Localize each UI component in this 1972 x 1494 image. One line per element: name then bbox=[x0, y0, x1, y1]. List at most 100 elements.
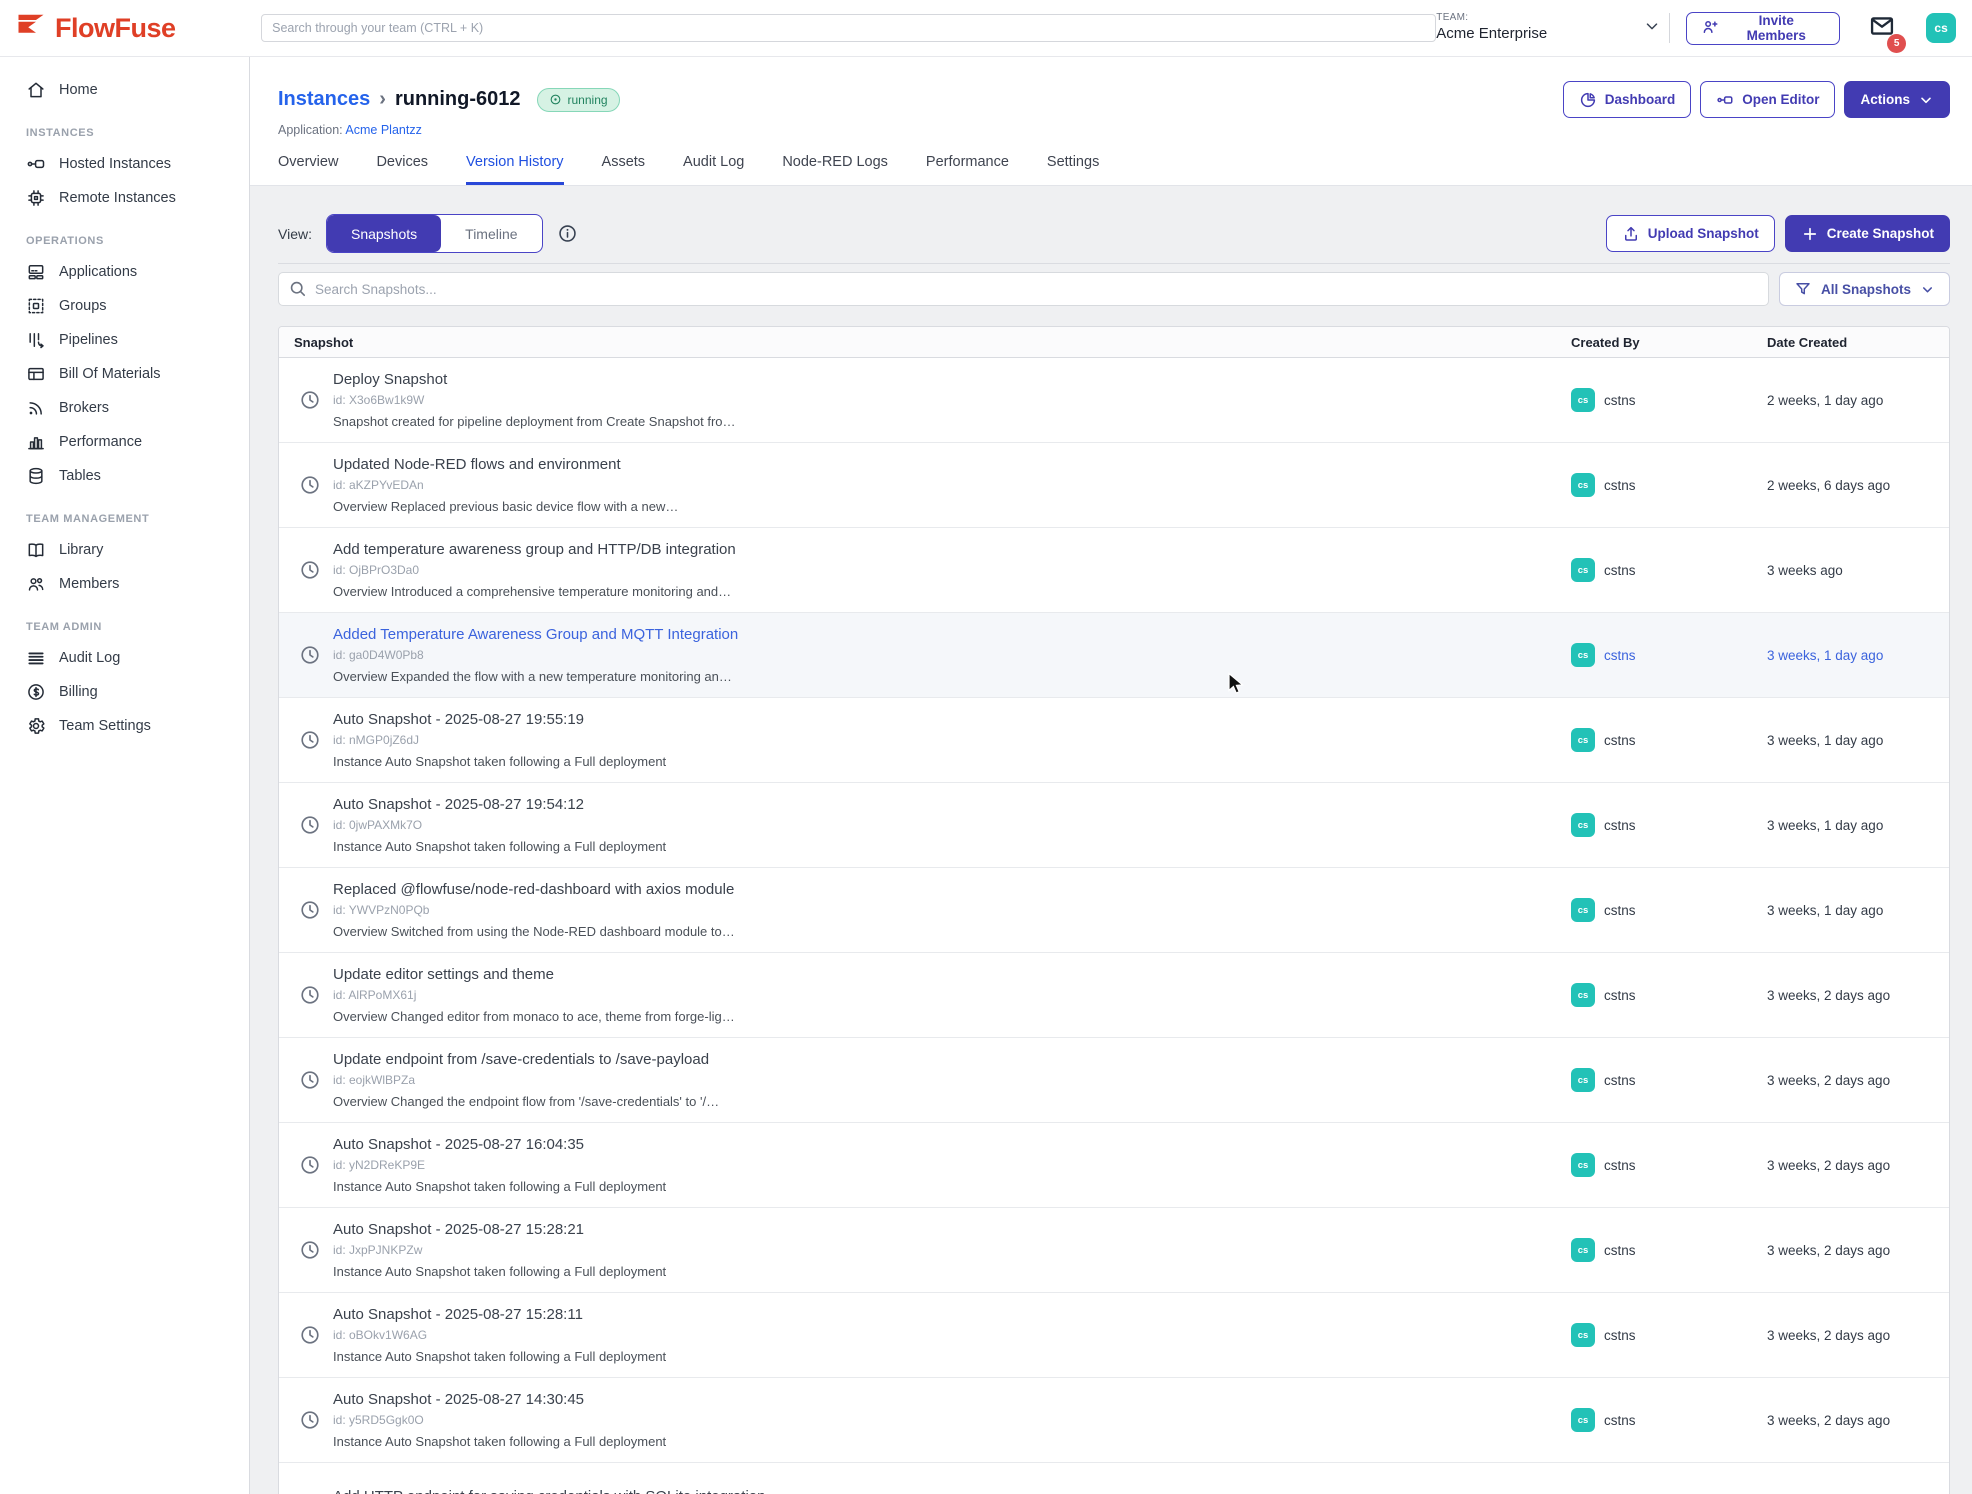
team-search bbox=[261, 14, 1436, 42]
creator-name: cstns bbox=[1604, 1328, 1636, 1343]
sidebar-item-remote-instances[interactable]: Remote Instances bbox=[0, 181, 249, 215]
snapshot-title[interactable]: Update editor settings and theme bbox=[333, 966, 735, 984]
sidebar-item-team-settings[interactable]: Team Settings bbox=[0, 709, 249, 743]
snapshot-title[interactable]: Auto Snapshot - 2025-08-27 19:55:19 bbox=[333, 711, 666, 729]
clock-icon bbox=[299, 474, 321, 496]
creator-name: cstns bbox=[1604, 903, 1636, 918]
snapshot-row[interactable]: Updated Node-RED flows and environment id… bbox=[279, 443, 1949, 528]
tab-version-history[interactable]: Version History bbox=[466, 154, 564, 185]
main-area: Instances › running-6012 running bbox=[250, 57, 1972, 1494]
snapshot-title[interactable]: Add HTTP endpoint for saving credentials… bbox=[333, 1488, 765, 1494]
user-avatar[interactable]: cs bbox=[1926, 13, 1956, 43]
date-created: 3 weeks ago bbox=[1763, 563, 1949, 578]
tab-audit-log[interactable]: Audit Log bbox=[683, 154, 744, 185]
snapshot-row[interactable]: Auto Snapshot - 2025-08-27 16:04:35id: y… bbox=[279, 1123, 1949, 1208]
remote-icon bbox=[26, 188, 46, 208]
clock-icon bbox=[299, 984, 321, 1006]
info-icon[interactable] bbox=[557, 223, 578, 244]
actions-button[interactable]: Actions bbox=[1844, 81, 1950, 118]
snapshot-row[interactable]: Update endpoint from /save-credentials t… bbox=[279, 1038, 1949, 1123]
creator-avatar: cs bbox=[1571, 1153, 1595, 1177]
creator-name: cstns bbox=[1604, 1413, 1636, 1428]
snapshot-title[interactable]: Added Temperature Awareness Group and MQ… bbox=[333, 626, 738, 644]
creator-avatar: cs bbox=[1571, 473, 1595, 497]
snapshot-row[interactable]: Add HTTP endpoint for saving credentials… bbox=[279, 1463, 1949, 1494]
sidebar-item-applications[interactable]: Applications bbox=[0, 255, 249, 289]
snapshot-row[interactable]: Auto Snapshot - 2025-08-27 14:30:45id: y… bbox=[279, 1378, 1949, 1463]
snapshot-table-body: Deploy Snapshotid: X3o6Bw1k9WSnapshot cr… bbox=[279, 358, 1949, 1494]
invite-members-button[interactable]: Invite Members bbox=[1686, 12, 1840, 45]
snapshot-title[interactable]: Deploy Snapshot bbox=[333, 371, 736, 389]
snapshot-title[interactable]: Updated Node-RED flows and environment bbox=[333, 456, 678, 474]
flowfuse-logo[interactable]: FlowFuse bbox=[16, 11, 229, 46]
notifications-button[interactable]: 5 bbox=[1868, 12, 1896, 45]
snapshot-row[interactable]: Update editor settings and themeid: AlRP… bbox=[279, 953, 1949, 1038]
sidebar-item-hosted-instances[interactable]: Hosted Instances bbox=[0, 147, 249, 181]
tab-node-red-logs[interactable]: Node-RED Logs bbox=[782, 154, 888, 185]
creator-avatar: cs bbox=[1571, 1238, 1595, 1262]
snapshot-title[interactable]: Replaced @flowfuse/node-red-dashboard wi… bbox=[333, 881, 735, 899]
snapshot-row[interactable]: Auto Snapshot - 2025-08-27 15:28:11id: o… bbox=[279, 1293, 1949, 1378]
snapshot-row[interactable]: Added Temperature Awareness Group and MQ… bbox=[279, 613, 1949, 698]
snapshot-description: Overview Switched from using the Node-RE… bbox=[333, 924, 735, 939]
tab-performance[interactable]: Performance bbox=[926, 154, 1009, 185]
clock-icon bbox=[299, 899, 321, 921]
dashboard-button[interactable]: Dashboard bbox=[1563, 81, 1692, 118]
sidebar-item-members[interactable]: Members bbox=[0, 567, 249, 601]
snapshot-title[interactable]: Auto Snapshot - 2025-08-27 15:28:21 bbox=[333, 1221, 666, 1239]
app-root: FlowFuse TEAM: Acme Enterprise Invite Me… bbox=[0, 0, 1972, 1494]
tab-overview[interactable]: Overview bbox=[278, 154, 338, 185]
sidebar-item-brokers[interactable]: Brokers bbox=[0, 391, 249, 425]
sidebar-item-billing[interactable]: Billing bbox=[0, 675, 249, 709]
snapshot-title[interactable]: Update endpoint from /save-credentials t… bbox=[333, 1051, 719, 1069]
breadcrumb: Instances › running-6012 running bbox=[278, 81, 1950, 118]
tab-settings[interactable]: Settings bbox=[1047, 154, 1099, 185]
tab-devices[interactable]: Devices bbox=[376, 154, 428, 185]
snapshot-title[interactable]: Auto Snapshot - 2025-08-27 14:30:45 bbox=[333, 1391, 666, 1409]
snapshot-row[interactable]: Deploy Snapshotid: X3o6Bw1k9WSnapshot cr… bbox=[279, 358, 1949, 443]
snapshot-title[interactable]: Auto Snapshot - 2025-08-27 19:54:12 bbox=[333, 796, 666, 814]
snapshot-description: Snapshot created for pipeline deployment… bbox=[333, 414, 736, 429]
team-search-input[interactable] bbox=[261, 14, 1436, 42]
creator-avatar: cs bbox=[1571, 1068, 1595, 1092]
creator-name: cstns bbox=[1604, 563, 1636, 578]
snapshot-title[interactable]: Auto Snapshot - 2025-08-27 16:04:35 bbox=[333, 1136, 666, 1154]
view-label: View: bbox=[278, 226, 312, 242]
tab-assets[interactable]: Assets bbox=[602, 154, 646, 185]
snapshot-row[interactable]: Add temperature awareness group and HTTP… bbox=[279, 528, 1949, 613]
snapshot-filter-dropdown[interactable]: All Snapshots bbox=[1779, 272, 1950, 306]
sidebar-item-library[interactable]: Library bbox=[0, 533, 249, 567]
team-switcher[interactable]: TEAM: Acme Enterprise bbox=[1436, 12, 1661, 43]
snapshot-title[interactable]: Auto Snapshot - 2025-08-27 15:28:11 bbox=[333, 1306, 666, 1324]
application-link[interactable]: Acme Plantzz bbox=[345, 123, 421, 137]
view-toggle-timeline[interactable]: Timeline bbox=[441, 215, 541, 252]
column-header-date-created: Date Created bbox=[1763, 335, 1949, 350]
sidebar-item-label: Audit Log bbox=[59, 650, 120, 666]
date-created: 3 weeks, 1 day ago bbox=[1763, 818, 1949, 833]
open-editor-button[interactable]: Open Editor bbox=[1700, 81, 1835, 118]
snapshot-title[interactable]: Add temperature awareness group and HTTP… bbox=[333, 541, 736, 559]
create-snapshot-button[interactable]: Create Snapshot bbox=[1785, 215, 1950, 252]
clock-icon bbox=[299, 1409, 321, 1431]
search-icon bbox=[288, 279, 307, 303]
snapshot-row[interactable]: Replaced @flowfuse/node-red-dashboard wi… bbox=[279, 868, 1949, 953]
sidebar-item-home[interactable]: Home bbox=[0, 73, 249, 107]
sidebar-item-bill-of-materials[interactable]: Bill Of Materials bbox=[0, 357, 249, 391]
upload-snapshot-button[interactable]: Upload Snapshot bbox=[1606, 215, 1775, 252]
snapshot-row[interactable]: Auto Snapshot - 2025-08-27 19:54:12id: 0… bbox=[279, 783, 1949, 868]
view-toggle-snapshots[interactable]: Snapshots bbox=[327, 215, 441, 252]
sidebar-item-pipelines[interactable]: Pipelines bbox=[0, 323, 249, 357]
clock-icon bbox=[299, 559, 321, 581]
snapshot-id: id: aKZPYvEDAn bbox=[333, 478, 678, 492]
sidebar-item-audit-log[interactable]: Audit Log bbox=[0, 641, 249, 675]
sidebar-item-tables[interactable]: Tables bbox=[0, 459, 249, 493]
snapshot-search-input[interactable] bbox=[278, 272, 1769, 306]
creator-avatar: cs bbox=[1571, 1408, 1595, 1432]
sidebar-item-label: Members bbox=[59, 576, 119, 592]
sidebar-item-label: Library bbox=[59, 542, 103, 558]
snapshot-row[interactable]: Auto Snapshot - 2025-08-27 19:55:19id: n… bbox=[279, 698, 1949, 783]
breadcrumb-instances-link[interactable]: Instances bbox=[278, 88, 370, 111]
sidebar-item-performance[interactable]: Performance bbox=[0, 425, 249, 459]
snapshot-row[interactable]: Auto Snapshot - 2025-08-27 15:28:21id: J… bbox=[279, 1208, 1949, 1293]
sidebar-item-groups[interactable]: Groups bbox=[0, 289, 249, 323]
